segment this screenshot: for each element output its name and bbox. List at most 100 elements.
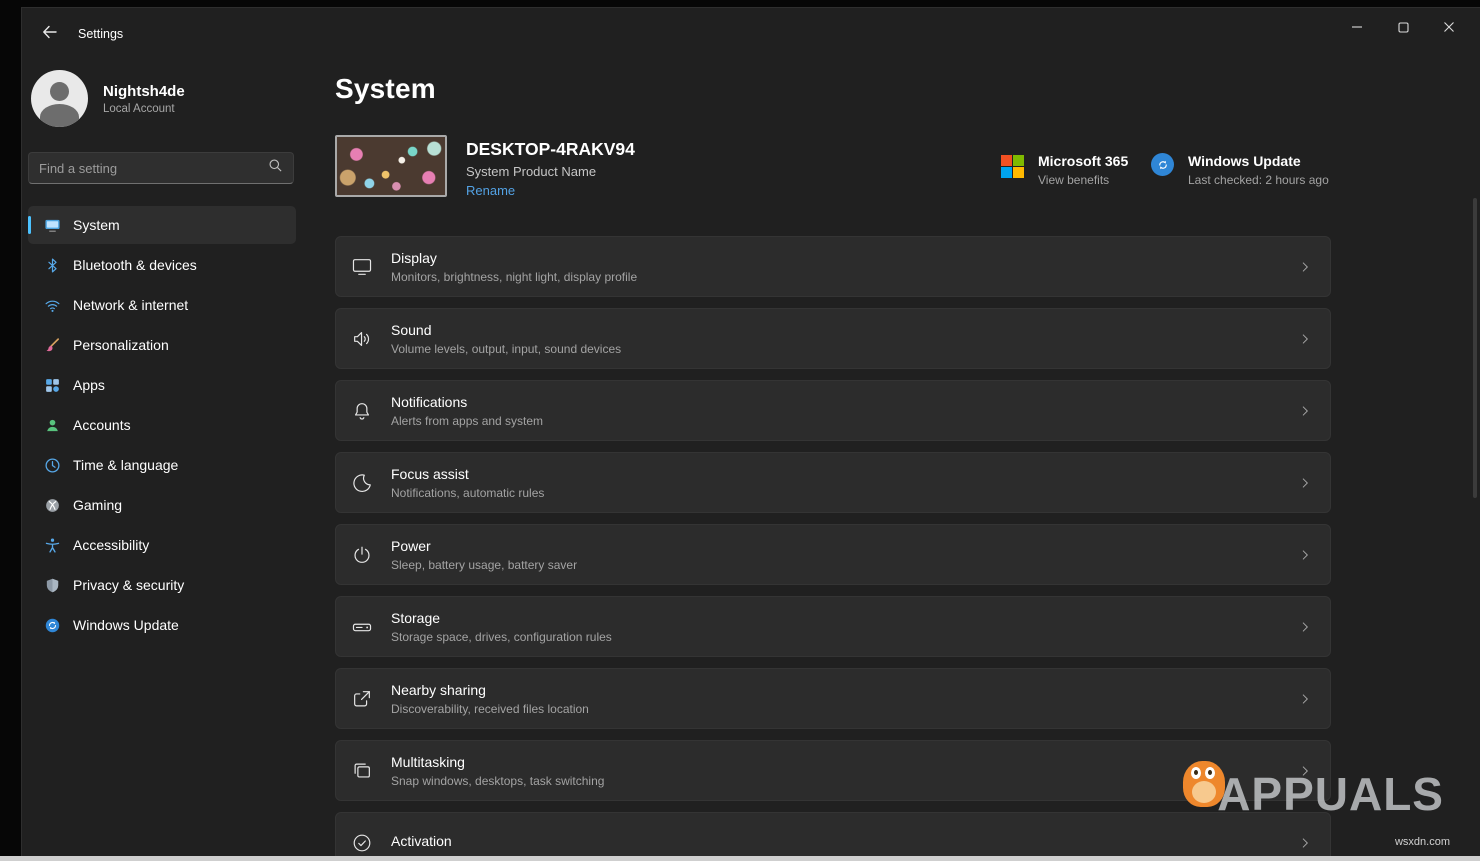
system-icon <box>43 216 61 234</box>
sidebar-item-personalization[interactable]: Personalization <box>28 326 296 364</box>
minimize-button[interactable] <box>1334 12 1380 46</box>
moon-icon <box>350 471 374 495</box>
chevron-right-icon <box>1298 836 1312 850</box>
device-product-name: System Product Name <box>466 164 635 179</box>
search-input[interactable] <box>39 161 268 176</box>
close-button[interactable] <box>1426 12 1472 46</box>
row-subtitle: Discoverability, received files location <box>391 702 589 716</box>
accessibility-person-icon <box>43 536 61 554</box>
sidebar-item-label: Gaming <box>73 497 122 513</box>
microsoft-logo-icon <box>1001 153 1025 178</box>
clock-icon <box>43 456 61 474</box>
settings-row-nearby-sharing[interactable]: Nearby sharingDiscoverability, received … <box>335 668 1331 729</box>
chevron-right-icon <box>1298 620 1312 634</box>
bottom-edge-strip <box>0 856 1480 861</box>
row-subtitle: Notifications, automatic rules <box>391 486 544 500</box>
sidebar-item-label: Windows Update <box>73 617 179 633</box>
sidebar-item-privacy-security[interactable]: Privacy & security <box>28 566 296 604</box>
settings-window: Settings Nightsh4de <box>21 7 1480 856</box>
settings-row-focus-assist[interactable]: Focus assistNotifications, automatic rul… <box>335 452 1331 513</box>
device-wallpaper-thumbnail <box>335 135 447 197</box>
chevron-right-icon <box>1298 404 1312 418</box>
row-title: Sound <box>391 322 621 338</box>
row-title: Activation <box>391 833 452 849</box>
row-subtitle: Sleep, battery usage, battery saver <box>391 558 577 572</box>
settings-row-sound[interactable]: Sound Volume levels, output, input, sound… <box>335 308 1331 369</box>
view-benefits-link[interactable]: View benefits <box>1038 173 1128 187</box>
sidebar-item-label: Apps <box>73 377 105 393</box>
sidebar-item-label: Accessibility <box>73 537 149 553</box>
row-subtitle: Monitors, brightness, night light, displ… <box>391 270 637 284</box>
account-name: Nightsh4de <box>103 83 185 100</box>
back-arrow-icon <box>41 24 57 45</box>
bluetooth-icon <box>43 256 61 274</box>
sidebar-item-network-internet[interactable]: Network & internet <box>28 286 296 324</box>
storage-drive-icon <box>350 615 374 639</box>
window-title: Settings <box>78 27 123 41</box>
sidebar-item-system[interactable]: System <box>28 206 296 244</box>
back-button[interactable] <box>28 17 70 51</box>
account-type: Local Account <box>103 103 185 115</box>
microsoft-365-card[interactable]: Microsoft 365 View benefits <box>1001 153 1128 187</box>
sidebar-item-label: Time & language <box>73 457 178 473</box>
row-title: Display <box>391 250 637 266</box>
sidebar-nav: System Bluetooth & devices Network & int… <box>28 206 302 644</box>
close-icon <box>1443 20 1455 38</box>
maximize-icon <box>1398 20 1409 38</box>
chevron-right-icon <box>1298 476 1312 490</box>
sidebar-item-accounts[interactable]: Accounts <box>28 406 296 444</box>
watermark-mascot-icon <box>1179 755 1229 811</box>
minimize-icon <box>1351 20 1363 38</box>
windows-update-card[interactable]: Windows Update Last checked: 2 hours ago <box>1151 153 1329 187</box>
titlebar: Settings <box>22 8 1480 60</box>
sidebar-item-accessibility[interactable]: Accessibility <box>28 526 296 564</box>
account-section[interactable]: Nightsh4de Local Account <box>31 70 302 127</box>
page-title: System <box>335 73 1480 105</box>
sound-icon <box>350 327 374 351</box>
chevron-right-icon <box>1298 332 1312 346</box>
device-header: DESKTOP-4RAKV94 System Product Name Rena… <box>335 135 1435 199</box>
windows-update-status-icon <box>1151 153 1174 176</box>
sidebar-item-label: Accounts <box>73 417 131 433</box>
settings-row-power[interactable]: Power Sleep, battery usage, battery saver <box>335 524 1331 585</box>
wifi-icon <box>43 296 61 314</box>
search-box[interactable] <box>28 152 294 184</box>
multitasking-windows-icon <box>350 759 374 783</box>
apps-grid-icon <box>43 376 61 394</box>
chevron-right-icon <box>1298 548 1312 562</box>
site-watermark: wsxdn.com <box>1395 836 1450 848</box>
activation-check-icon <box>350 831 374 855</box>
microsoft-365-title: Microsoft 365 <box>1038 153 1128 169</box>
avatar <box>31 70 88 127</box>
sidebar-item-bluetooth-devices[interactable]: Bluetooth & devices <box>28 246 296 284</box>
windows-update-title: Windows Update <box>1188 153 1329 169</box>
settings-row-notifications[interactable]: NotificationsAlerts from apps and system <box>335 380 1331 441</box>
display-icon <box>350 255 374 279</box>
scrollbar[interactable] <box>1473 198 1477 498</box>
sidebar-item-label: Network & internet <box>73 297 188 313</box>
windows-update-icon <box>43 616 61 634</box>
chevron-right-icon <box>1298 260 1312 274</box>
sidebar-item-apps[interactable]: Apps <box>28 366 296 404</box>
chevron-right-icon <box>1298 692 1312 706</box>
watermark-text: APPUALS <box>1217 767 1444 821</box>
row-title: Storage <box>391 610 612 626</box>
selected-accent-bar <box>28 216 31 234</box>
row-title: Power <box>391 538 577 554</box>
sidebar-item-windows-update[interactable]: Windows Update <box>28 606 296 644</box>
settings-row-storage[interactable]: StorageStorage space, drives, configurat… <box>335 596 1331 657</box>
row-subtitle: Volume levels, output, input, sound devi… <box>391 342 621 356</box>
settings-row-display[interactable]: Display Monitors, brightness, night light… <box>335 236 1331 297</box>
person-icon <box>43 416 61 434</box>
sidebar: Nightsh4de Local Account System <box>22 60 302 856</box>
maximize-button[interactable] <box>1380 12 1426 46</box>
xbox-icon <box>43 496 61 514</box>
rename-link[interactable]: Rename <box>466 183 515 198</box>
watermark: APPUALS <box>1179 767 1444 821</box>
sidebar-item-time-language[interactable]: Time & language <box>28 446 296 484</box>
row-subtitle: Alerts from apps and system <box>391 414 543 428</box>
sidebar-item-gaming[interactable]: Gaming <box>28 486 296 524</box>
main-content: System DESKTOP-4RAKV94 System Product Na… <box>302 60 1480 856</box>
device-name: DESKTOP-4RAKV94 <box>466 139 635 160</box>
row-subtitle: Snap windows, desktops, task switching <box>391 774 604 788</box>
